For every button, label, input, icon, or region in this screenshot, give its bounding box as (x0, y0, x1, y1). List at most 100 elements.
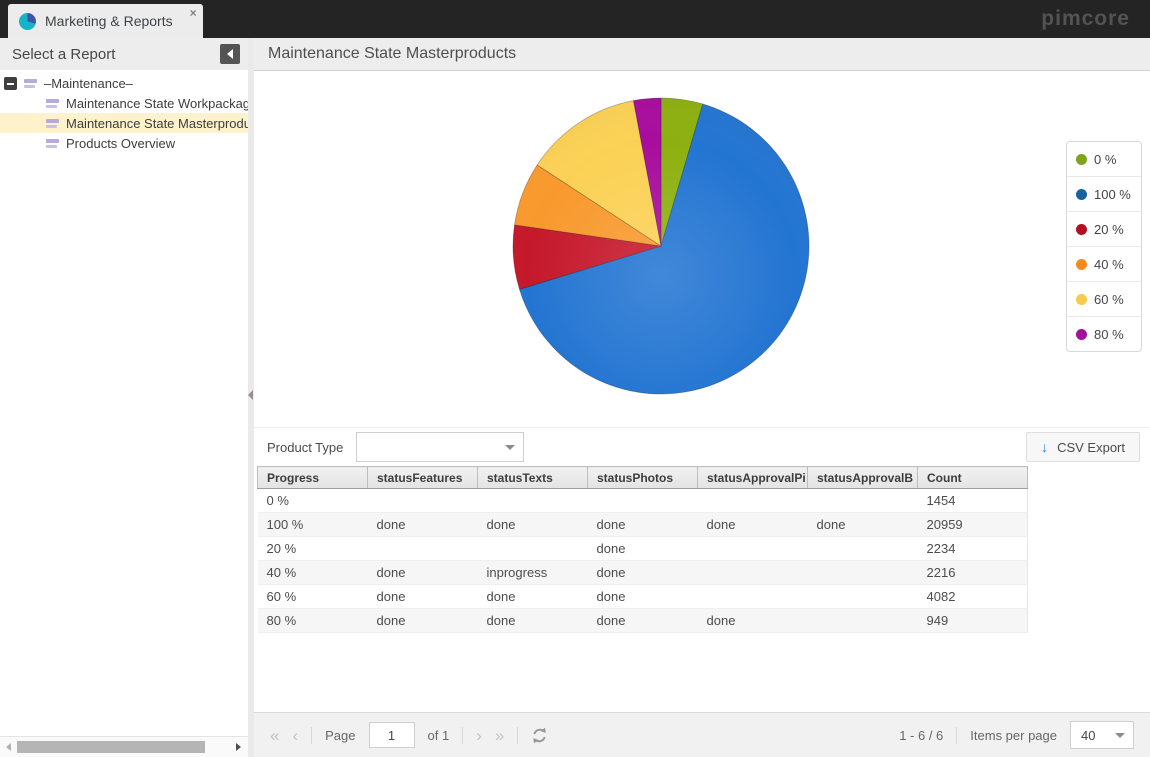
grid-cell[interactable]: done (588, 513, 698, 537)
column-header-statusphotos[interactable]: statusPhotos (588, 467, 698, 489)
scroll-right-icon[interactable] (236, 743, 241, 751)
column-header-statusapprovalpi[interactable]: statusApprovalPi (698, 467, 808, 489)
table-row-2[interactable]: 20 % done 2234 (258, 537, 1028, 561)
first-page-icon[interactable]: « (270, 727, 279, 744)
tree-node-maintenance[interactable]: –Maintenance– (0, 73, 248, 93)
table-row-5[interactable]: 80 %donedonedonedone949 (258, 609, 1028, 633)
column-header-statustexts[interactable]: statusTexts (478, 467, 588, 489)
grid-cell[interactable]: done (588, 609, 698, 633)
tree-leaf-label: Maintenance State Masterproducts (66, 116, 248, 131)
grid-cell[interactable]: 2216 (918, 561, 1028, 585)
grid-cell[interactable]: done (368, 585, 478, 609)
grid-cell[interactable]: done (808, 513, 918, 537)
pie-chart-icon (19, 13, 36, 30)
grid-cell[interactable]: done (588, 585, 698, 609)
column-header-statusfeatures[interactable]: statusFeatures (368, 467, 478, 489)
grid-cell[interactable]: done (698, 513, 808, 537)
grid-cell[interactable]: 4082 (918, 585, 1028, 609)
grid-cell[interactable]: 1454 (918, 489, 1028, 513)
download-icon: ↓ (1041, 440, 1048, 454)
grid-cell[interactable]: 949 (918, 609, 1028, 633)
legend-item-40%[interactable]: 40 % (1067, 246, 1141, 281)
last-page-icon[interactable]: » (495, 727, 504, 744)
tree-leaf-2[interactable]: Products Overview (0, 133, 248, 153)
grid-cell[interactable] (698, 537, 808, 561)
collapse-node-icon[interactable] (4, 77, 17, 90)
splitter-collapse-icon[interactable] (248, 390, 253, 400)
column-header-progress[interactable]: Progress (258, 467, 368, 489)
table-row-0[interactable]: 0 % 1454 (258, 489, 1028, 513)
tree-leaf-0[interactable]: Maintenance State Workpackages (0, 93, 248, 113)
grid-cell[interactable] (368, 537, 478, 561)
legend-swatch (1076, 329, 1087, 340)
legend-swatch (1076, 259, 1087, 270)
collapse-panel-button[interactable] (220, 44, 240, 64)
legend-item-100%[interactable]: 100 % (1067, 176, 1141, 211)
grid-cell[interactable]: 0 % (258, 489, 368, 513)
next-page-icon[interactable]: › (476, 727, 482, 744)
grid-cell[interactable]: 40 % (258, 561, 368, 585)
grid-cell[interactable] (698, 489, 808, 513)
scroll-left-icon[interactable] (6, 743, 11, 751)
page-size-select[interactable]: 40 (1070, 721, 1134, 749)
legend-item-20%[interactable]: 20 % (1067, 211, 1141, 246)
filter-toolbar: Product Type ↓ CSV Export (254, 427, 1150, 466)
csv-export-label: CSV Export (1057, 440, 1125, 455)
table-row-3[interactable]: 40 %doneinprogressdone2216 (258, 561, 1028, 585)
separator (956, 727, 957, 744)
table-row-1[interactable]: 100 %donedonedonedonedone20959 (258, 513, 1028, 537)
legend-label: 0 % (1094, 152, 1116, 167)
grid-cell[interactable]: 60 % (258, 585, 368, 609)
tree-leaf-1[interactable]: Maintenance State Masterproducts (0, 113, 248, 133)
refresh-icon[interactable] (531, 727, 548, 744)
column-header-statusapprovalb[interactable]: statusApprovalB (808, 467, 918, 489)
grid-cell[interactable]: done (698, 609, 808, 633)
legend-item-80%[interactable]: 80 % (1067, 316, 1141, 351)
scrollbar-thumb[interactable] (17, 741, 205, 753)
report-icon (46, 139, 59, 148)
page-number-input[interactable] (369, 722, 415, 748)
legend-item-0%[interactable]: 0 % (1067, 142, 1141, 176)
prev-page-icon[interactable]: ‹ (292, 727, 298, 744)
table-row-4[interactable]: 60 %donedonedone4082 (258, 585, 1028, 609)
page-size-value: 40 (1071, 728, 1107, 743)
tab-marketing-reports[interactable]: Marketing & Reports × (8, 4, 203, 38)
csv-export-button[interactable]: ↓ CSV Export (1026, 432, 1140, 462)
legend-label: 40 % (1094, 257, 1124, 272)
dropdown-trigger[interactable] (497, 433, 523, 461)
grid-cell[interactable]: done (368, 609, 478, 633)
product-type-select[interactable] (356, 432, 524, 462)
report-icon (46, 99, 59, 108)
legend-item-60%[interactable]: 60 % (1067, 281, 1141, 316)
grid-cell[interactable] (808, 561, 918, 585)
grid-cell[interactable] (478, 489, 588, 513)
grid-cell[interactable]: 100 % (258, 513, 368, 537)
grid-cell[interactable] (808, 585, 918, 609)
grid-cell[interactable]: 20 % (258, 537, 368, 561)
page-title: Maintenance State Masterproducts (268, 45, 516, 63)
horizontal-scrollbar[interactable] (0, 736, 248, 757)
grid-cell[interactable] (478, 537, 588, 561)
grid-cell[interactable]: done (368, 513, 478, 537)
grid-cell[interactable] (808, 489, 918, 513)
grid-cell[interactable]: 80 % (258, 609, 368, 633)
grid-cell[interactable]: done (478, 609, 588, 633)
grid-cell[interactable]: done (588, 561, 698, 585)
close-icon[interactable]: × (190, 7, 197, 19)
column-header-count[interactable]: Count (918, 467, 1028, 489)
grid-cell[interactable]: done (478, 585, 588, 609)
grid-cell[interactable] (698, 585, 808, 609)
grid-cell[interactable] (368, 489, 478, 513)
grid-cell[interactable] (808, 609, 918, 633)
grid-cell[interactable]: inprogress (478, 561, 588, 585)
grid-cell[interactable]: 2234 (918, 537, 1028, 561)
grid-cell[interactable]: 20959 (918, 513, 1028, 537)
grid-cell[interactable] (588, 489, 698, 513)
grid-cell[interactable]: done (368, 561, 478, 585)
grid-cell[interactable] (808, 537, 918, 561)
grid-cell[interactable]: done (478, 513, 588, 537)
dropdown-trigger[interactable] (1107, 722, 1133, 748)
grid-cell[interactable] (698, 561, 808, 585)
legend-swatch (1076, 224, 1087, 235)
grid-cell[interactable]: done (588, 537, 698, 561)
